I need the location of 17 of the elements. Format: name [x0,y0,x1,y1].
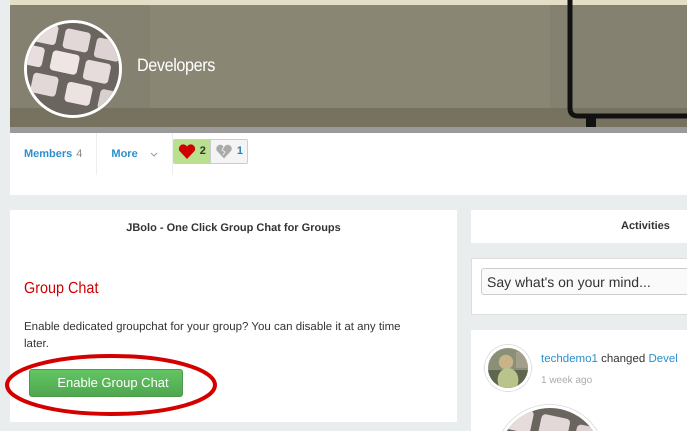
activity-time: 1 week ago [541,374,594,388]
chevron-down-icon [150,152,158,156]
panel-title: JBolo - One Click Group Chat for Groups [125,221,342,236]
members-tab[interactable]: Members 4 [24,146,82,162]
activities-title: Activities [621,219,670,234]
description-text: Enable dedicated groupchat for your group? You can disable it at any time later. [24,320,402,352]
dislike-button[interactable]: 1 [210,140,247,163]
broken-heart-icon [214,144,233,159]
user-link[interactable]: techdemo1 [541,353,598,365]
section-heading: Group Chat [24,278,98,298]
like-button[interactable]: 2 [174,140,210,163]
more-menu[interactable]: More [111,146,158,162]
heart-icon [178,144,196,159]
status-field[interactable]: Say what's on your mind... [481,268,687,295]
group-link[interactable]: Devel [648,353,678,365]
activity-text: techdemo1 changed Devel [541,352,678,367]
enable-group-chat-button[interactable]: Enable Group Chat [29,368,183,396]
